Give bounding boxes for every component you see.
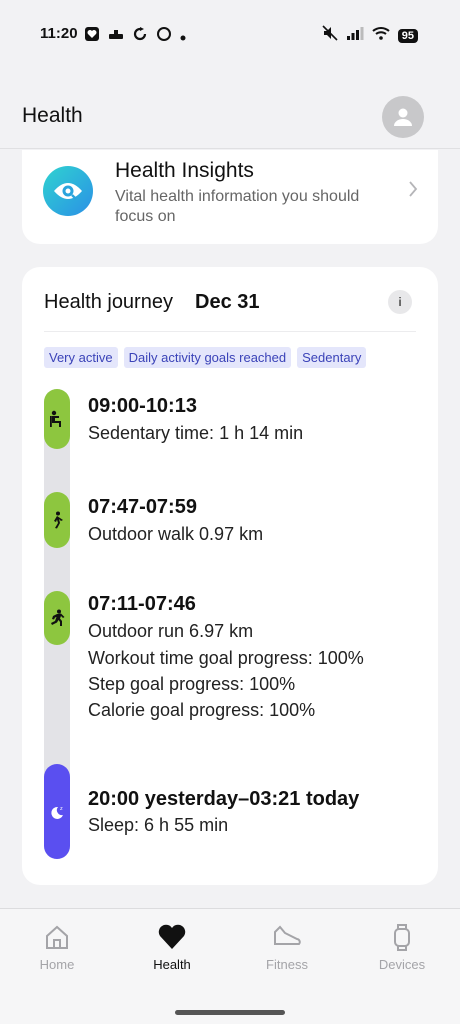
shoe-icon [274, 925, 301, 945]
sedentary-icon [44, 389, 70, 449]
wifi-icon [372, 26, 390, 45]
sleep-icon: z [44, 764, 70, 859]
entry-time-sleep: 20:00 yesterday–03:21 today [88, 788, 360, 810]
entry-line-step-goal: Step goal progress: 100% [88, 674, 296, 694]
health-journey-card: Health journey Dec 31 i Very active Dail… [22, 267, 438, 885]
entry-line-sleep: Sleep: 6 h 55 min [88, 815, 229, 835]
page-title: Health [22, 104, 83, 127]
entry-line-run-distance: Outdoor run 6.97 km [88, 621, 254, 641]
chip-goals-reached: Daily activity goals reached [123, 347, 292, 368]
avatar[interactable] [382, 96, 424, 138]
entry-time-run: 07:11-07:46 [88, 593, 196, 615]
chip-very-active: Very active [44, 347, 118, 368]
bottom-nav: Home Health Fitness Devices [0, 908, 460, 1024]
insights-title: Health Insights [115, 159, 254, 182]
chip-sedentary: Sedentary [297, 347, 367, 368]
journey-chips: Very active Daily activity goals reached… [44, 347, 367, 368]
heart-icon [158, 924, 186, 949]
entry-line-walk: Outdoor walk 0.97 km [88, 524, 264, 544]
watch-icon [394, 924, 410, 951]
status-left-icons [84, 26, 186, 47]
journey-divider [44, 331, 416, 332]
status-bar: 11:20 95 [0, 0, 460, 68]
entry-time-sedentary: 09:00-10:13 [88, 395, 197, 417]
entry-time-walk: 07:47-07:59 [88, 496, 197, 518]
entry-line-workout-goal: Workout time goal progress: 100% [88, 648, 364, 668]
status-time: 11:20 [40, 25, 78, 42]
user-icon [394, 108, 412, 126]
dot-icon [180, 28, 186, 46]
home-indicator[interactable] [175, 1010, 285, 1015]
nav-health[interactable]: Health [132, 923, 212, 972]
nav-devices[interactable]: Devices [362, 923, 442, 972]
journey-title: Health journey [44, 291, 173, 313]
insights-eye-icon [43, 166, 93, 216]
nav-home[interactable]: Home [17, 923, 97, 972]
status-right-icons: 95 [322, 25, 418, 46]
nav-label-health: Health [153, 957, 191, 972]
nav-label-fitness: Fitness [266, 957, 308, 972]
walk-icon [44, 492, 70, 548]
journey-date[interactable]: Dec 31 [195, 291, 260, 314]
page-header: Health [0, 96, 460, 140]
battery-icon: 95 [397, 28, 418, 43]
sync-icon [108, 28, 124, 46]
chevron-right-icon [408, 180, 418, 203]
entry-line-sedentary-time: Sedentary time: 1 h 14 min [88, 423, 304, 443]
info-icon[interactable]: i [388, 290, 412, 314]
notification-app-icon [84, 26, 100, 47]
signal-icon [346, 26, 364, 45]
nav-fitness[interactable]: Fitness [247, 923, 327, 972]
run-icon [44, 591, 70, 645]
mute-icon [322, 25, 338, 46]
circle-icon [132, 26, 148, 47]
nav-label-devices: Devices [378, 957, 426, 972]
insights-description: Vital health information you should focu… [115, 188, 360, 225]
health-insights-card[interactable]: Health Insights Vital health information… [22, 150, 438, 244]
header-divider [0, 148, 460, 149]
svg-text:z: z [60, 806, 63, 812]
circle-outline-icon [156, 26, 172, 47]
home-icon [46, 925, 68, 949]
nav-label-home: Home [39, 957, 75, 972]
entry-line-calorie-goal: Calorie goal progress: 100% [88, 700, 316, 720]
